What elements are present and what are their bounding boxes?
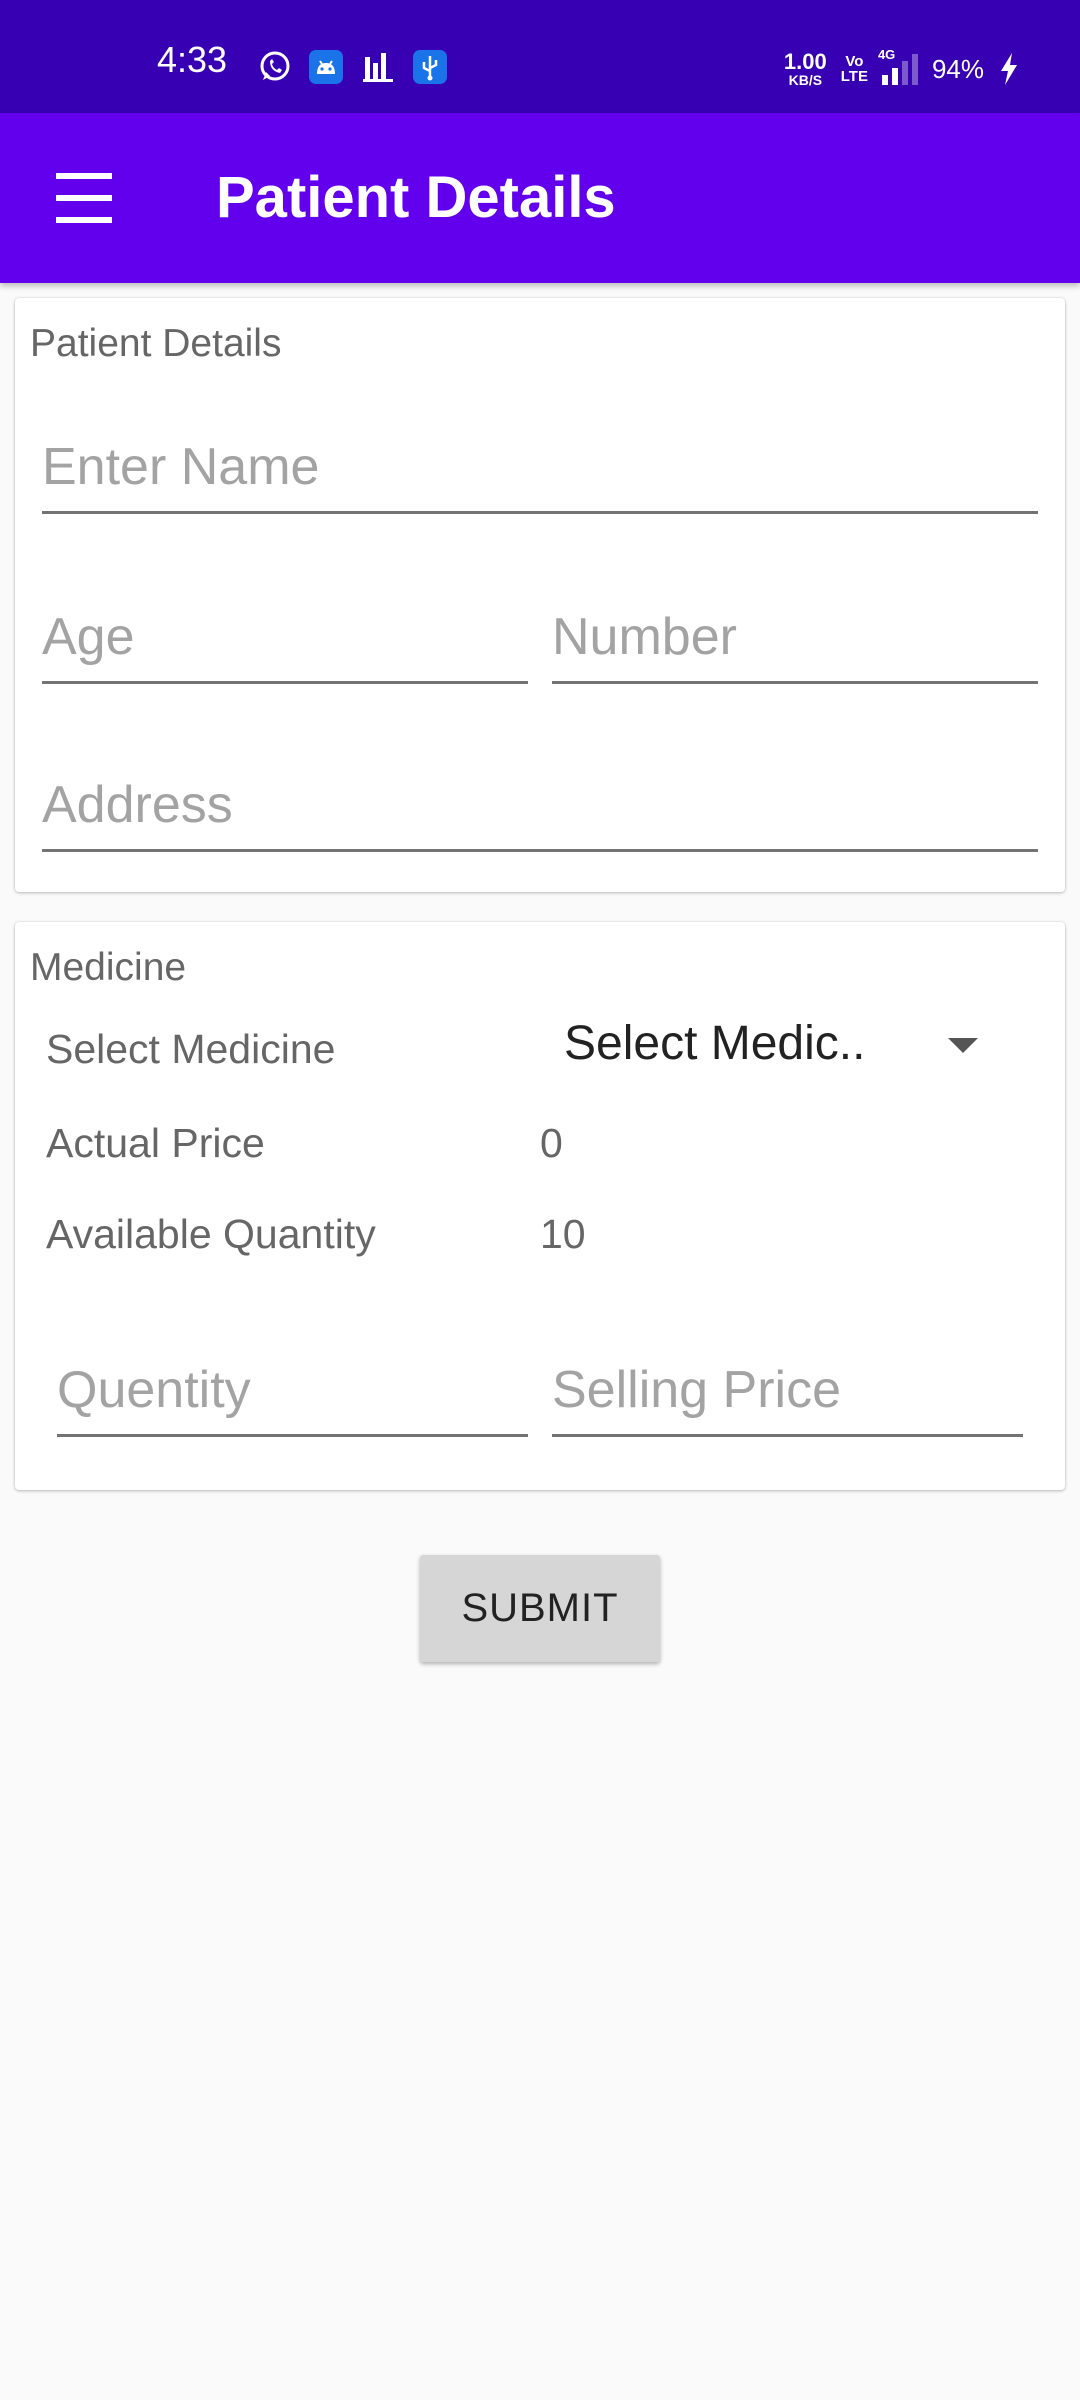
whatsapp-icon — [257, 49, 293, 85]
status-time: 4:33 — [157, 39, 228, 80]
medicine-card-title: Medicine — [30, 946, 187, 989]
patient-card-title: Patient Details — [30, 322, 282, 365]
cell-signal-icon: 4G — [878, 47, 918, 85]
name-input[interactable] — [42, 422, 1038, 514]
usb-icon — [412, 49, 448, 85]
actual-price-value: 0 — [540, 1120, 563, 1166]
medicine-select-dropdown[interactable]: Select Medic.. — [548, 1008, 1018, 1084]
network-speed: 1.00 KB/S — [783, 49, 827, 88]
volte-bottom: LTE — [840, 68, 868, 85]
signal-bar — [911, 54, 918, 85]
volte-indicator: Vo LTE — [841, 54, 868, 84]
battery-percentage: 94% — [931, 53, 984, 84]
charging-bolt-icon — [998, 52, 1020, 86]
address-input[interactable] — [42, 760, 1038, 852]
menu-line — [56, 173, 112, 179]
signal-bar — [891, 68, 898, 85]
dropdown-arrow-icon — [948, 1038, 978, 1053]
quantity-input[interactable] — [57, 1345, 528, 1437]
actual-price-label: Actual Price — [46, 1120, 265, 1166]
selling-price-input[interactable] — [552, 1345, 1023, 1437]
status-right-group: 1.00 KB/S Vo LTE 4G 94% — [783, 47, 1020, 90]
page-title: Patient Details — [216, 165, 616, 230]
signal-bar — [881, 75, 888, 85]
medicine-select-value: Select Medic.. — [564, 1017, 866, 1070]
signal-bar — [901, 61, 908, 85]
age-input[interactable] — [42, 592, 528, 684]
menu-line — [56, 217, 112, 223]
android-icon — [308, 49, 344, 85]
submit-button[interactable]: SUBMIT — [420, 1555, 660, 1662]
network-speed-value: 1.00 — [783, 49, 827, 74]
menu-line — [56, 195, 112, 201]
volte-top: Vo — [845, 53, 864, 70]
bar-chart-icon — [360, 49, 396, 85]
select-medicine-label: Select Medicine — [46, 1026, 336, 1072]
status-bar: 4:33 1.00 KB/S Vo LTE 4G 94% — [0, 0, 1080, 113]
network-speed-unit: KB/S — [788, 72, 823, 88]
available-quantity-label: Available Quantity — [46, 1211, 376, 1257]
available-quantity-value: 10 — [540, 1211, 586, 1257]
number-input[interactable] — [552, 592, 1038, 684]
app-bar: Patient Details — [0, 113, 1080, 283]
network-type: 4G — [877, 47, 896, 62]
hamburger-menu-icon[interactable] — [40, 166, 128, 230]
